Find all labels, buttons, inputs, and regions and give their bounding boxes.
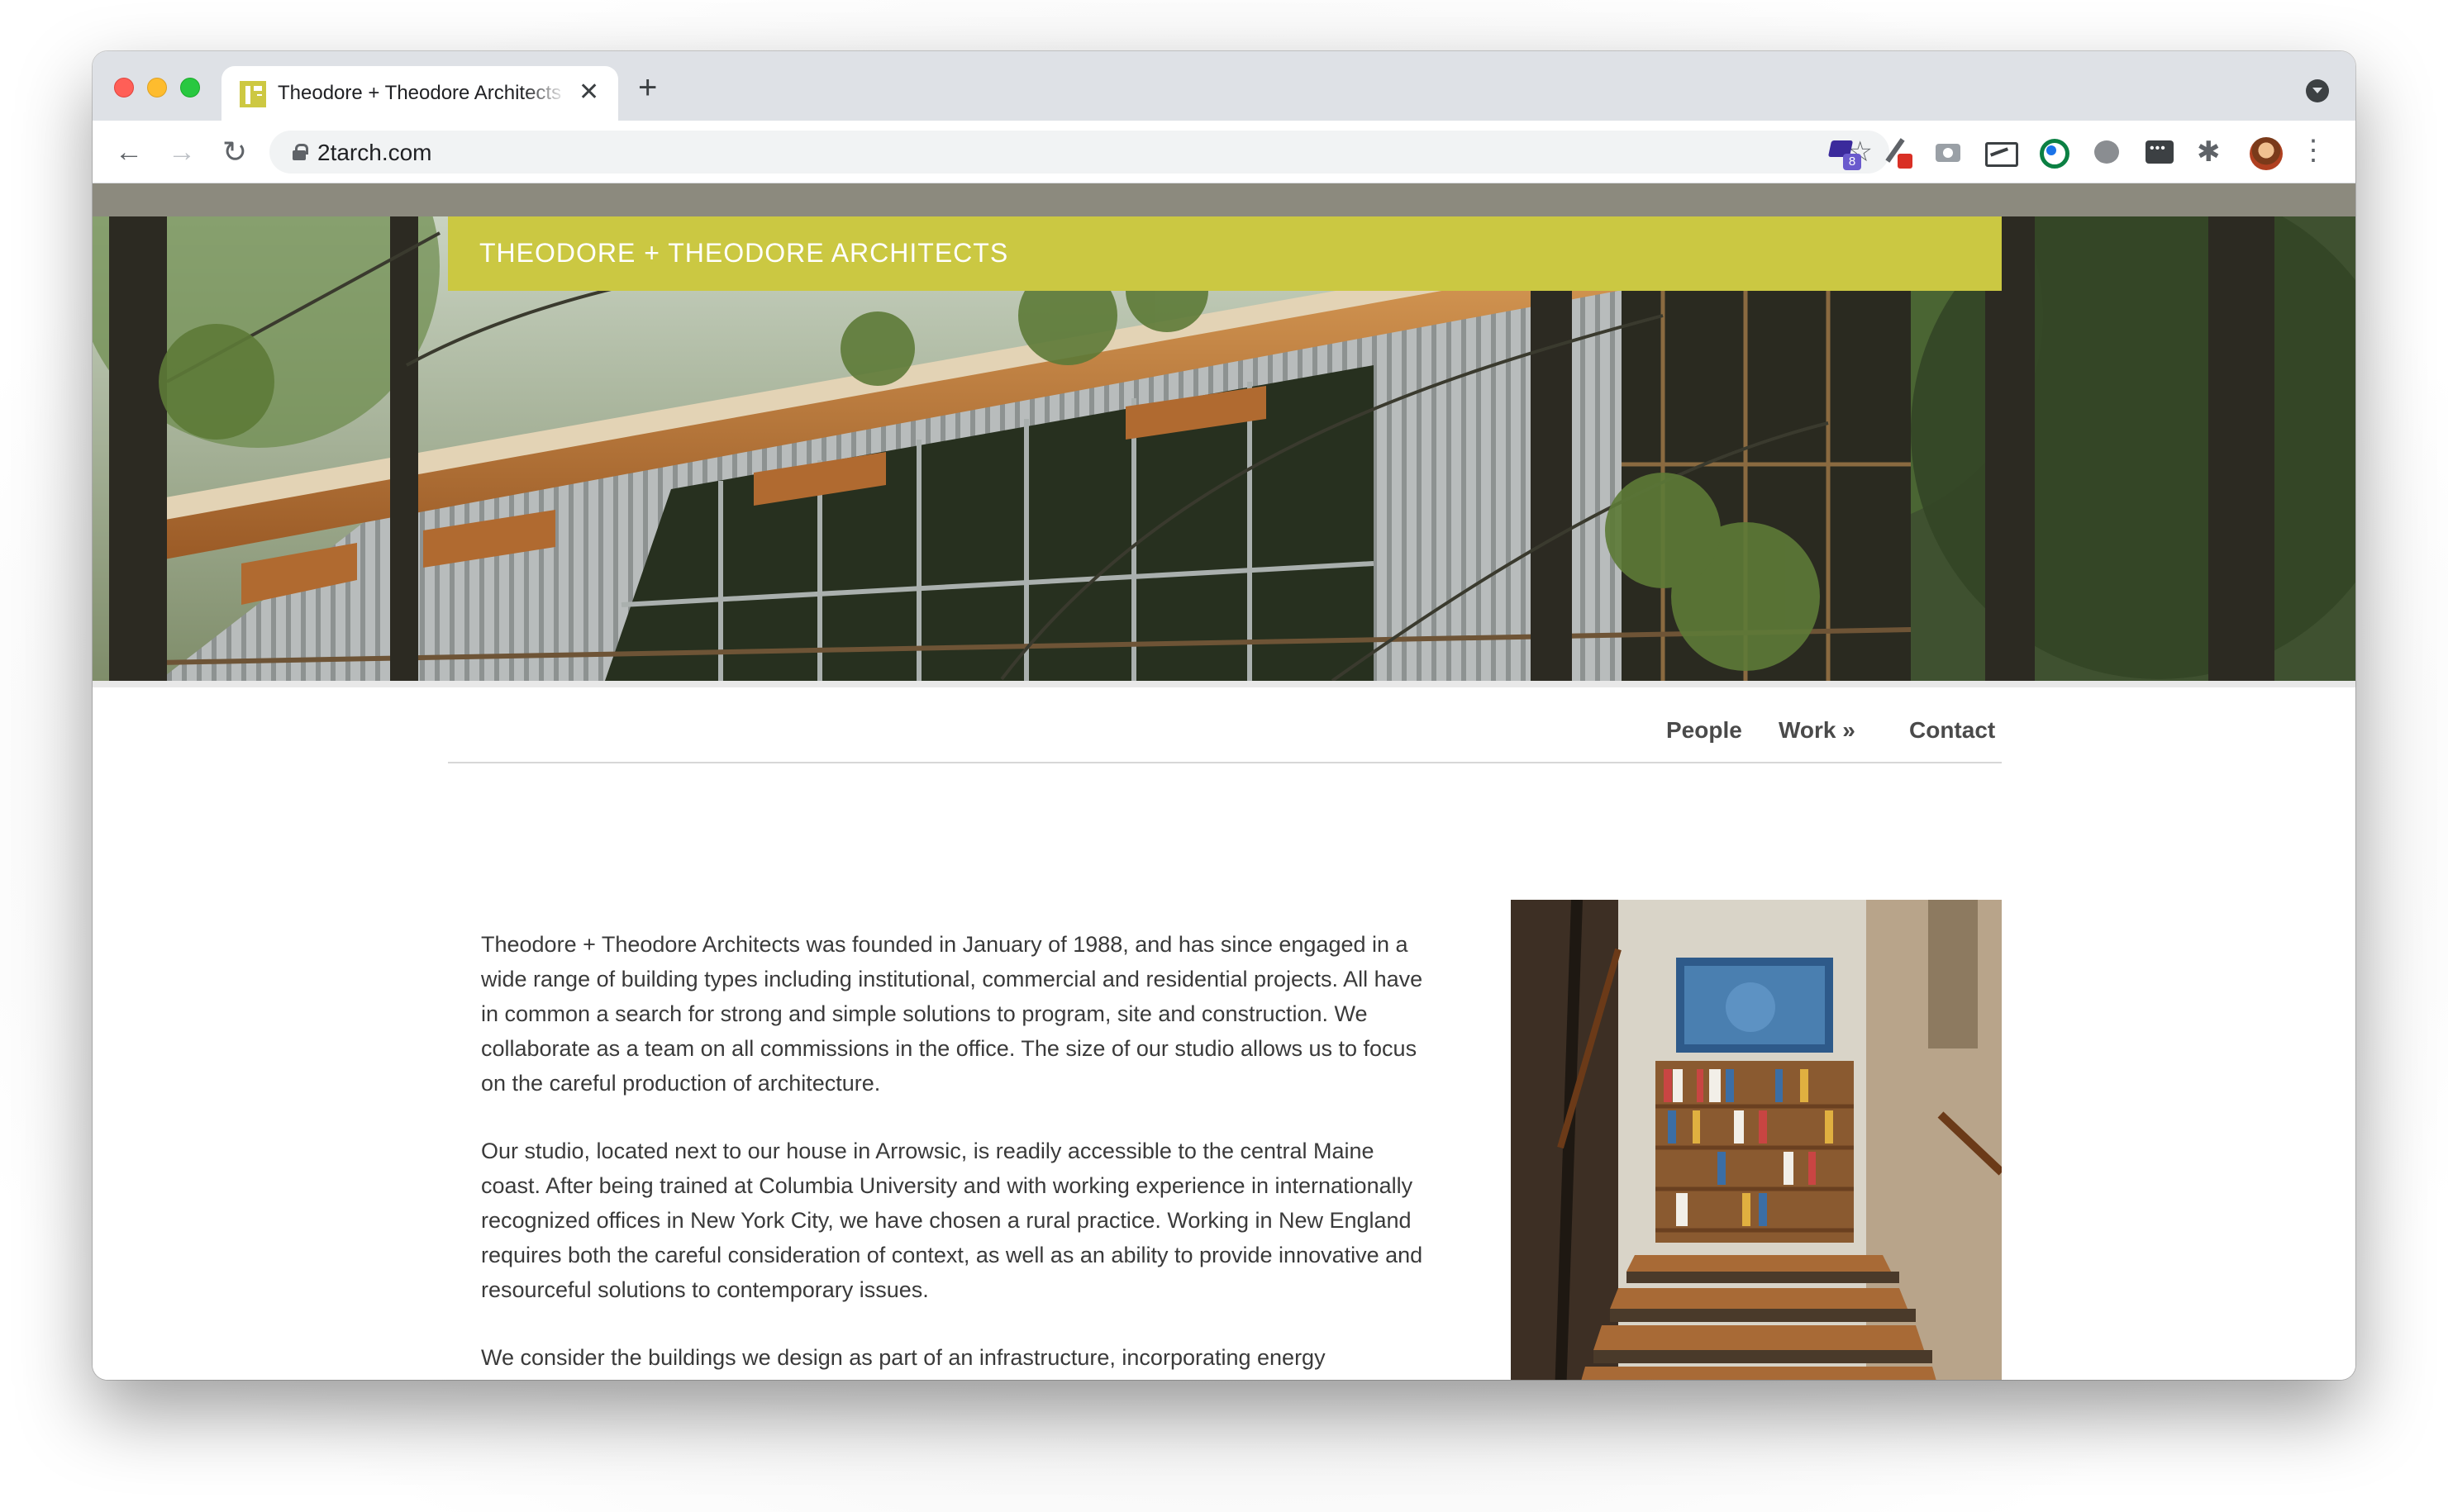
forward-button[interactable]: →: [164, 134, 200, 170]
staircase-bookshelf-illustration: [1511, 900, 2002, 1380]
browser-menu-icon[interactable]: ⋮: [2299, 132, 2327, 169]
tab-close-icon[interactable]: ✕: [579, 79, 599, 106]
nav-people-link[interactable]: People: [1666, 717, 1742, 744]
hero-image: THEODORE + THEODORE ARCHITECTS: [93, 216, 2355, 681]
profile-avatar[interactable]: [2250, 137, 2283, 170]
site-title[interactable]: THEODORE + THEODORE ARCHITECTS: [479, 238, 1008, 269]
nav-contact-link[interactable]: Contact: [1909, 717, 1995, 744]
maximize-window-button[interactable]: [180, 78, 200, 97]
extensions-puzzle-icon[interactable]: ✱: [2197, 137, 2227, 167]
site-title-bar: THEODORE + THEODORE ARCHITECTS: [448, 216, 2002, 291]
hero-divider: [93, 681, 2355, 687]
main-content: Theodore + Theodore Architects was found…: [481, 927, 1423, 1380]
lock-icon[interactable]: [293, 144, 308, 160]
active-tab[interactable]: Theodore + Theodore Architects ✕: [221, 66, 618, 121]
address-bar[interactable]: 2tarch.com ☆: [269, 131, 1889, 174]
site-navigation: People Work » Contact: [448, 687, 2002, 763]
close-window-button[interactable]: [114, 78, 134, 97]
extension-cube-icon[interactable]: 8: [1828, 137, 1861, 170]
tab-strip: Theodore + Theodore Architects ✕ +: [93, 51, 2355, 121]
tab-title: Theodore + Theodore Architects: [278, 82, 562, 104]
web-page: THEODORE + THEODORE ARCHITECTS People Wo…: [93, 183, 2355, 1380]
extension-camera-icon[interactable]: [1934, 137, 1964, 167]
minimize-window-button[interactable]: [147, 78, 167, 97]
extension-screenshot-icon[interactable]: [1985, 137, 2018, 167]
nav-work-link[interactable]: Work »: [1779, 717, 1855, 744]
back-button[interactable]: ←: [111, 134, 147, 170]
url-text[interactable]: 2tarch.com: [317, 140, 432, 166]
site-favicon-icon: [240, 81, 266, 107]
new-tab-button[interactable]: +: [638, 71, 657, 104]
site-top-bar: [93, 183, 2355, 216]
extension-badge: 8: [1843, 154, 1861, 170]
intro-paragraph: Theodore + Theodore Architects was found…: [481, 932, 1423, 1096]
extension-circle-icon[interactable]: [2093, 137, 2122, 167]
tab-search-icon[interactable]: [2306, 79, 2329, 102]
staircase-photo: [1511, 900, 2002, 1380]
infrastructure-paragraph: We consider the buildings we design as p…: [481, 1345, 1326, 1370]
extension-password-icon[interactable]: [2146, 137, 2175, 167]
browser-window: Theodore + Theodore Architects ✕ + ← → ↻…: [93, 51, 2355, 1380]
extension-eyedropper-icon[interactable]: [1881, 137, 1912, 169]
reload-button[interactable]: ↻: [217, 134, 253, 170]
extension-search-globe-icon[interactable]: [2038, 137, 2069, 169]
studio-paragraph: Our studio, located next to our house in…: [481, 1139, 1423, 1302]
browser-toolbar: ← → ↻ 2tarch.com ☆ 8 ✱ ⋮: [93, 121, 2355, 183]
